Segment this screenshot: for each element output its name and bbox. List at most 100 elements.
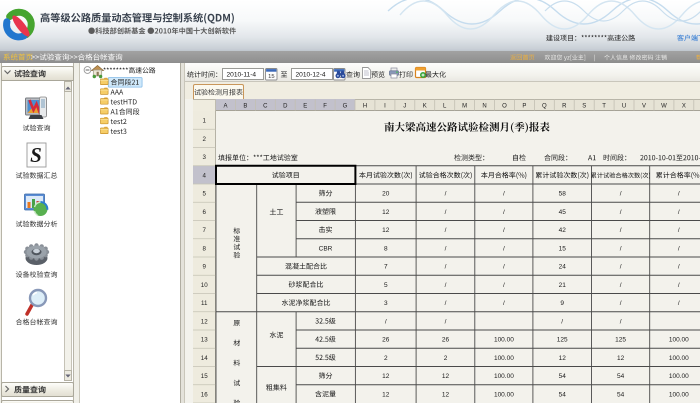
svg-text:/: /	[620, 227, 622, 234]
svg-text:/: /	[445, 191, 447, 198]
svg-text:/: /	[445, 319, 447, 326]
svg-text:/: /	[620, 319, 622, 326]
svg-text:I: I	[384, 104, 386, 110]
svg-text:/: /	[678, 282, 680, 289]
svg-text:125: 125	[615, 337, 626, 344]
svg-text:/: /	[503, 282, 505, 289]
svg-text:2: 2	[202, 136, 206, 143]
svg-text:/: /	[620, 300, 622, 307]
svg-text:/: /	[678, 191, 680, 198]
svg-text:/: /	[620, 209, 622, 216]
svg-text:C: C	[263, 104, 268, 110]
svg-text:4: 4	[202, 172, 206, 179]
svg-text:2: 2	[384, 355, 388, 362]
svg-text:/: /	[678, 300, 680, 307]
svg-text:100.00: 100.00	[494, 337, 514, 344]
svg-text:/: /	[678, 264, 680, 271]
svg-text:24: 24	[559, 264, 567, 271]
svg-text:12: 12	[442, 392, 450, 399]
svg-text:/: /	[503, 209, 505, 216]
svg-text:9: 9	[560, 300, 564, 307]
svg-text:/: /	[445, 300, 447, 307]
svg-text:/: /	[503, 300, 505, 307]
svg-text:F: F	[323, 104, 327, 110]
svg-text:100.00: 100.00	[494, 373, 514, 380]
svg-text:54: 54	[559, 392, 567, 399]
svg-text:/: /	[620, 282, 622, 289]
svg-text:/: /	[503, 227, 505, 234]
svg-text:42: 42	[559, 227, 567, 234]
svg-text:/: /	[678, 209, 680, 216]
svg-text:125: 125	[557, 337, 568, 344]
svg-text:H: H	[363, 104, 367, 110]
svg-text:12: 12	[201, 318, 208, 325]
svg-text:Q: Q	[542, 104, 547, 110]
svg-text:/: /	[678, 227, 680, 234]
svg-text:2010-11-4: 2010-11-4	[227, 72, 257, 79]
svg-text:12: 12	[382, 209, 390, 216]
svg-text:100.00: 100.00	[669, 355, 689, 362]
svg-text:14: 14	[201, 355, 208, 362]
svg-text:3: 3	[384, 300, 388, 307]
svg-text:S: S	[30, 143, 42, 167]
svg-text:15: 15	[268, 74, 274, 80]
svg-text:/: /	[445, 227, 447, 234]
svg-text:/: /	[503, 264, 505, 271]
svg-text:12: 12	[382, 392, 390, 399]
svg-text:R: R	[562, 104, 567, 110]
svg-text:U: U	[622, 104, 626, 110]
svg-text:26: 26	[442, 337, 450, 344]
svg-text:8: 8	[202, 245, 206, 252]
svg-text:/: /	[620, 246, 622, 253]
svg-text:V: V	[642, 104, 646, 110]
svg-text:11: 11	[201, 300, 208, 307]
svg-text:/: /	[445, 264, 447, 271]
svg-text:/: /	[678, 246, 680, 253]
svg-text:26: 26	[382, 337, 390, 344]
svg-text:100.00: 100.00	[494, 355, 514, 362]
svg-text:B: B	[243, 104, 247, 110]
svg-text:/: /	[620, 264, 622, 271]
svg-text:/: /	[503, 246, 505, 253]
svg-text:2: 2	[444, 355, 448, 362]
svg-text:X: X	[682, 104, 686, 110]
svg-text:N: N	[482, 104, 486, 110]
svg-text:13: 13	[201, 337, 208, 344]
svg-text:1: 1	[202, 118, 206, 125]
svg-text:54: 54	[617, 373, 625, 380]
svg-text:58: 58	[559, 191, 567, 198]
svg-text:/: /	[385, 319, 387, 326]
svg-text:M: M	[462, 104, 467, 110]
svg-text:E: E	[303, 104, 307, 110]
svg-text:O: O	[502, 104, 507, 110]
svg-text:T: T	[602, 104, 606, 110]
svg-text:12: 12	[442, 373, 450, 380]
svg-text:12: 12	[617, 355, 625, 362]
svg-text:2010-12-4: 2010-12-4	[296, 72, 326, 79]
svg-text:100.00: 100.00	[494, 392, 514, 399]
svg-text:P: P	[522, 104, 526, 110]
svg-text:/: /	[561, 319, 563, 326]
svg-text:20: 20	[382, 191, 390, 198]
svg-text:/: /	[445, 246, 447, 253]
svg-text:/: /	[503, 191, 505, 198]
svg-text:9: 9	[202, 264, 206, 271]
svg-text:100.00: 100.00	[669, 373, 689, 380]
svg-text:100.00: 100.00	[669, 337, 689, 344]
svg-text:5: 5	[384, 282, 388, 289]
svg-text:A: A	[223, 104, 227, 110]
svg-text:54: 54	[617, 392, 625, 399]
svg-text:12: 12	[382, 227, 390, 234]
svg-text:3: 3	[202, 154, 206, 161]
svg-text:15: 15	[201, 373, 208, 380]
svg-text:10: 10	[201, 282, 208, 289]
svg-text:100.00: 100.00	[669, 392, 689, 399]
svg-text:12: 12	[559, 355, 567, 362]
svg-text:21: 21	[559, 282, 567, 289]
svg-text:54: 54	[559, 373, 567, 380]
svg-text:/: /	[620, 191, 622, 198]
svg-text:J: J	[403, 104, 406, 110]
svg-text:S: S	[582, 104, 586, 110]
svg-text:D: D	[283, 104, 288, 110]
svg-text:45: 45	[559, 209, 567, 216]
